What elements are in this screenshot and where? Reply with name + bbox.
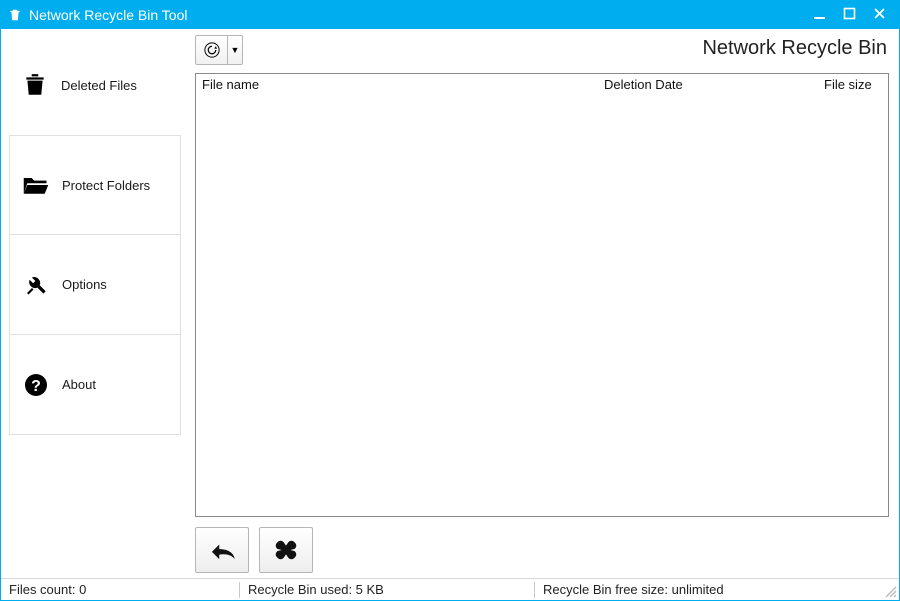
refresh-button[interactable] bbox=[196, 36, 228, 64]
column-header-deletion-date[interactable]: Deletion Date bbox=[598, 74, 818, 98]
sidebar-item-label: Deleted Files bbox=[61, 78, 137, 93]
chevron-down-icon: ▼ bbox=[231, 45, 240, 55]
main-toolbar: ▼ Network Recycle Bin bbox=[195, 35, 889, 69]
sidebar-item-label: About bbox=[62, 377, 96, 392]
body-row: Deleted Files Protect Folders Options bbox=[1, 29, 899, 578]
action-buttons bbox=[195, 527, 889, 573]
help-icon: ? bbox=[22, 371, 50, 399]
sidebar-item-label: Protect Folders bbox=[62, 178, 150, 193]
status-bar: Files count: 0 Recycle Bin used: 5 KB Re… bbox=[1, 578, 899, 600]
sidebar: Deleted Files Protect Folders Options bbox=[9, 35, 181, 578]
column-header-filename[interactable]: File name bbox=[196, 74, 598, 98]
svg-text:?: ? bbox=[31, 378, 41, 395]
delete-button[interactable] bbox=[259, 527, 313, 573]
window-controls bbox=[809, 7, 889, 23]
tools-icon bbox=[22, 271, 50, 299]
sidebar-item-deleted-files[interactable]: Deleted Files bbox=[9, 35, 181, 135]
status-free: Recycle Bin free size: unlimited bbox=[535, 579, 899, 600]
restore-button[interactable] bbox=[195, 527, 249, 573]
pane-title: Network Recycle Bin bbox=[702, 37, 887, 60]
folder-open-icon bbox=[22, 171, 50, 199]
status-files-count: Files count: 0 bbox=[1, 579, 239, 600]
refresh-dropdown[interactable]: ▼ bbox=[228, 36, 242, 64]
file-list[interactable]: File name Deletion Date File size bbox=[195, 73, 889, 517]
close-button[interactable] bbox=[869, 7, 889, 23]
sidebar-item-about[interactable]: ? About bbox=[9, 335, 181, 435]
work-area: Deleted Files Protect Folders Options bbox=[1, 29, 899, 600]
sidebar-item-options[interactable]: Options bbox=[9, 235, 181, 335]
recycle-bin-icon bbox=[7, 7, 23, 23]
sidebar-item-protect-folders[interactable]: Protect Folders bbox=[9, 135, 181, 235]
minimize-button[interactable] bbox=[809, 7, 829, 23]
undo-icon bbox=[207, 539, 237, 561]
list-body[interactable] bbox=[196, 98, 888, 516]
sidebar-item-label: Options bbox=[62, 277, 107, 292]
window-title: Network Recycle Bin Tool bbox=[29, 7, 809, 23]
refresh-icon bbox=[203, 41, 221, 59]
resize-grip[interactable] bbox=[883, 584, 897, 598]
trash-icon bbox=[21, 71, 49, 99]
status-used: Recycle Bin used: 5 KB bbox=[240, 579, 534, 600]
column-header-file-size[interactable]: File size bbox=[818, 74, 888, 98]
title-bar: Network Recycle Bin Tool bbox=[1, 1, 899, 29]
maximize-button[interactable] bbox=[839, 7, 859, 23]
refresh-split-button: ▼ bbox=[195, 35, 243, 65]
delete-x-icon bbox=[273, 537, 299, 563]
list-header: File name Deletion Date File size bbox=[196, 74, 888, 98]
app-window: Network Recycle Bin Tool Deleted Files bbox=[0, 0, 900, 601]
main-pane: ▼ Network Recycle Bin File name Deletion… bbox=[195, 35, 889, 578]
